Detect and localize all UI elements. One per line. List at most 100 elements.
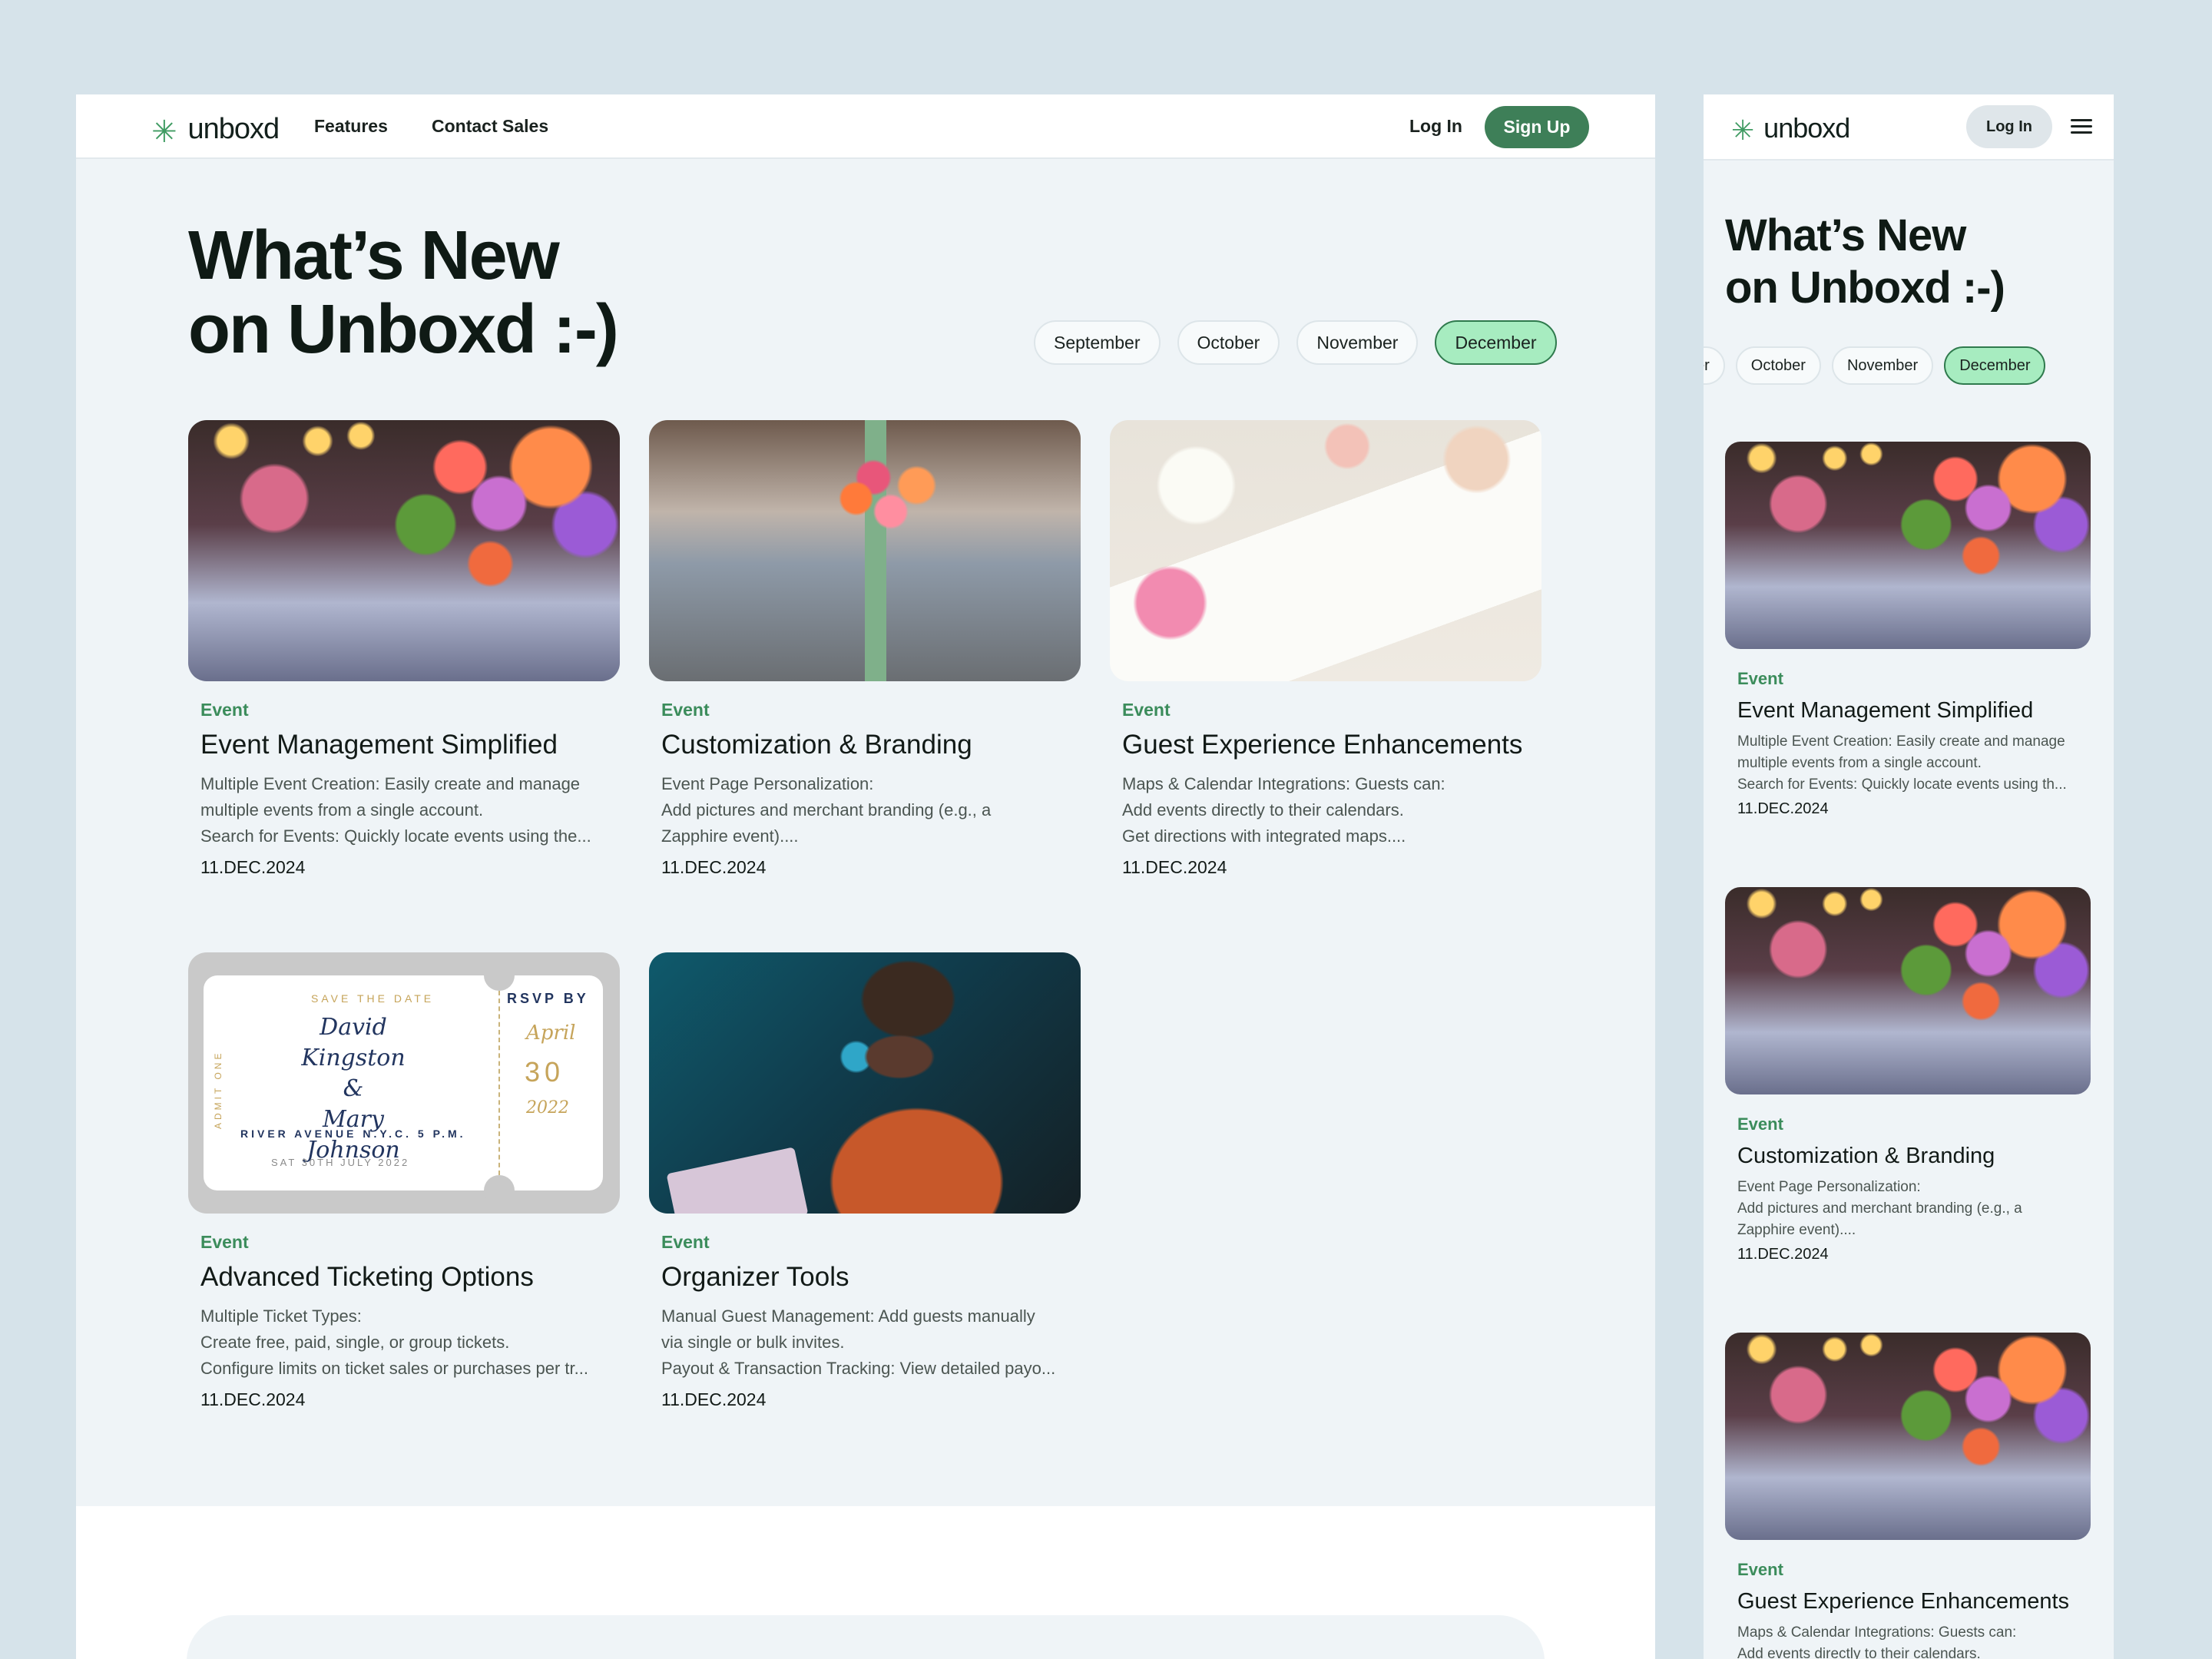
card-description-line: Payout & Transaction Tracking: View deta… [661,1359,1056,1378]
card-title[interactable]: Organizer Tools [661,1262,1081,1293]
month-pill[interactable]: November [1831,346,1934,385]
card-description-line: Add pictures and merchant branding (e.g.… [661,800,992,820]
ticket-notch [484,960,515,991]
card-image [649,952,1081,1214]
card-image [1725,887,2091,1094]
card-tag: Event [1122,700,1171,720]
update-card[interactable]: Event Customization & Branding Event Pag… [649,420,1081,878]
signup-button[interactable]: Sign Up [1485,106,1589,148]
card-description: Maps & Calendar Integrations: Guests can… [1737,1622,2083,1659]
page-title: What’s New on Unboxd :-) [1725,210,2005,313]
card-description-line: Multiple Ticket Types: [200,1306,362,1326]
ticket-address: RIVER AVENUE N.Y.C. 5 P.M. [240,1128,466,1140]
ticket-name: David Kingston [301,1014,406,1071]
update-card[interactable]: Event Event Management Simplified Multip… [188,420,620,878]
mobile-frame: ✳ unboxd Log In What’s New on Unboxd :-)… [1704,94,2114,1659]
ticket-month: April [526,1022,576,1045]
card-date: 11.DEC.2024 [200,857,306,877]
update-card[interactable]: Event Event Management Simplified Multip… [1725,442,2091,818]
update-card[interactable]: Event Guest Experience Enhancements Maps… [1725,1333,2091,1659]
card-image: ADMIT ONE SAVE THE DATE David Kingston &… [188,952,620,1214]
card-image [1110,420,1541,681]
card-tag: Event [1737,1560,1783,1579]
card-description-line: Get directions with integrated maps.... [1122,826,1406,846]
ticket-save-text: SAVE THE DATE [311,992,435,1005]
card-description: Multiple Event Creation: Easily create a… [200,771,608,849]
logo-wordmark: unboxd [187,112,280,145]
card-title[interactable]: Event Management Simplified [1737,698,2091,724]
month-pill[interactable]: November [1296,320,1419,365]
card-title[interactable]: Guest Experience Enhancements [1122,730,1541,760]
logo-wordmark: unboxd [1763,112,1850,144]
login-button[interactable]: Log In [1966,105,2052,148]
update-card[interactable]: Event Customization & Branding Event Pag… [1725,887,2091,1263]
logo[interactable]: ✳ unboxd [151,108,280,150]
update-card[interactable]: Event Organizer Tools Manual Guest Manag… [649,952,1081,1410]
card-description-line: Create free, paid, single, or group tick… [200,1333,510,1352]
logo[interactable]: ✳ unboxd [1731,110,1850,147]
card-description: Multiple Ticket Types: Create free, paid… [200,1303,608,1382]
month-pill[interactable]: er [1704,346,1725,385]
ticket-perforation [498,991,500,1175]
card-tag: Event [1737,1114,1783,1134]
ticket-date-line: SAT 30TH JULY 2022 [271,1157,410,1168]
ticket-ampersand: & [343,1075,364,1102]
lower-panel [187,1615,1545,1659]
card-title[interactable]: Event Management Simplified [200,730,620,760]
card-title[interactable]: Guest Experience Enhancements [1737,1589,2091,1614]
card-image [1725,1333,2091,1540]
update-card[interactable]: ADMIT ONE SAVE THE DATE David Kingston &… [188,952,620,1410]
month-pill[interactable]: September [1034,320,1161,365]
month-filter: er October November December [1704,346,2046,385]
nav-contact-sales-link[interactable]: Contact Sales [432,116,548,137]
card-description-line: Maps & Calendar Integrations: Guests can… [1122,774,1445,793]
card-tag: Event [200,700,249,720]
card-title[interactable]: Advanced Ticketing Options [200,1262,620,1293]
card-date: 11.DEC.2024 [1737,1246,1829,1263]
update-card[interactable]: Event Guest Experience Enhancements Maps… [1110,420,1541,878]
month-pill[interactable]: October [1735,346,1821,385]
card-description-line: Multiple Event Creation: Easily create a… [1737,733,2065,750]
card-tag: Event [661,1232,710,1252]
card-image [1725,442,2091,649]
login-link[interactable]: Log In [1409,116,1462,137]
card-title[interactable]: Customization & Branding [1737,1144,2091,1169]
card-description: Event Page Personalization: Add pictures… [1737,1177,2083,1241]
lower-section [76,1506,1655,1659]
ticket-admit-text: ADMIT ONE [213,1050,224,1129]
top-nav: ✳ unboxd Features Contact Sales Log In S… [76,94,1655,159]
card-description-line: Add events directly to their calendars. [1737,1646,1981,1659]
card-description-line: multiple events from a single account. [200,800,484,820]
menu-icon[interactable] [2071,119,2092,134]
card-description: Maps & Calendar Integrations: Guests can… [1122,771,1529,849]
page-title: What’s New on Unboxd :-) [188,217,619,368]
card-date: 11.DEC.2024 [661,857,767,877]
card-date: 11.DEC.2024 [661,1389,767,1409]
card-title[interactable]: Customization & Branding [661,730,1081,760]
month-pill[interactable]: October [1177,320,1280,365]
paper-sheet [666,1147,809,1214]
nav-features-link[interactable]: Features [314,116,388,137]
card-description-line: Add pictures and merchant branding (e.g.… [1737,1200,2022,1217]
card-description-line: Configure limits on ticket sales or purc… [200,1359,588,1378]
desktop-frame: ✳ unboxd Features Contact Sales Log In S… [76,94,1655,1659]
card-image [188,420,620,681]
card-tag: Event [661,700,710,720]
card-description: Manual Guest Management: Add guests manu… [661,1303,1068,1382]
card-description-line: Multiple Event Creation: Easily create a… [200,774,581,793]
month-pill-active[interactable]: December [1944,346,2046,385]
ticket-year: 2022 [526,1098,569,1118]
card-description-line: Manual Guest Management: Add guests manu… [661,1306,1035,1326]
card-date: 11.DEC.2024 [1122,857,1227,877]
ticket-illustration: ADMIT ONE SAVE THE DATE David Kingston &… [204,960,603,1206]
month-pill-active[interactable]: December [1435,320,1557,365]
logo-star-icon: ✳ [151,115,177,149]
ticket-names: David Kingston & Mary Johnson [284,1012,422,1166]
card-description-line: Zapphire event).... [1737,1222,1856,1238]
ticket-day: 30 [525,1056,565,1088]
card-description-line: multiple events from a single account. [1737,755,1982,771]
card-description-line: Search for Events: Quickly locate events… [200,826,591,846]
mobile-top-nav: ✳ unboxd Log In [1704,94,2114,161]
card-description-line: Maps & Calendar Integrations: Guests can… [1737,1624,2017,1641]
card-description-line: Search for Events: Quickly locate events… [1737,777,2067,793]
